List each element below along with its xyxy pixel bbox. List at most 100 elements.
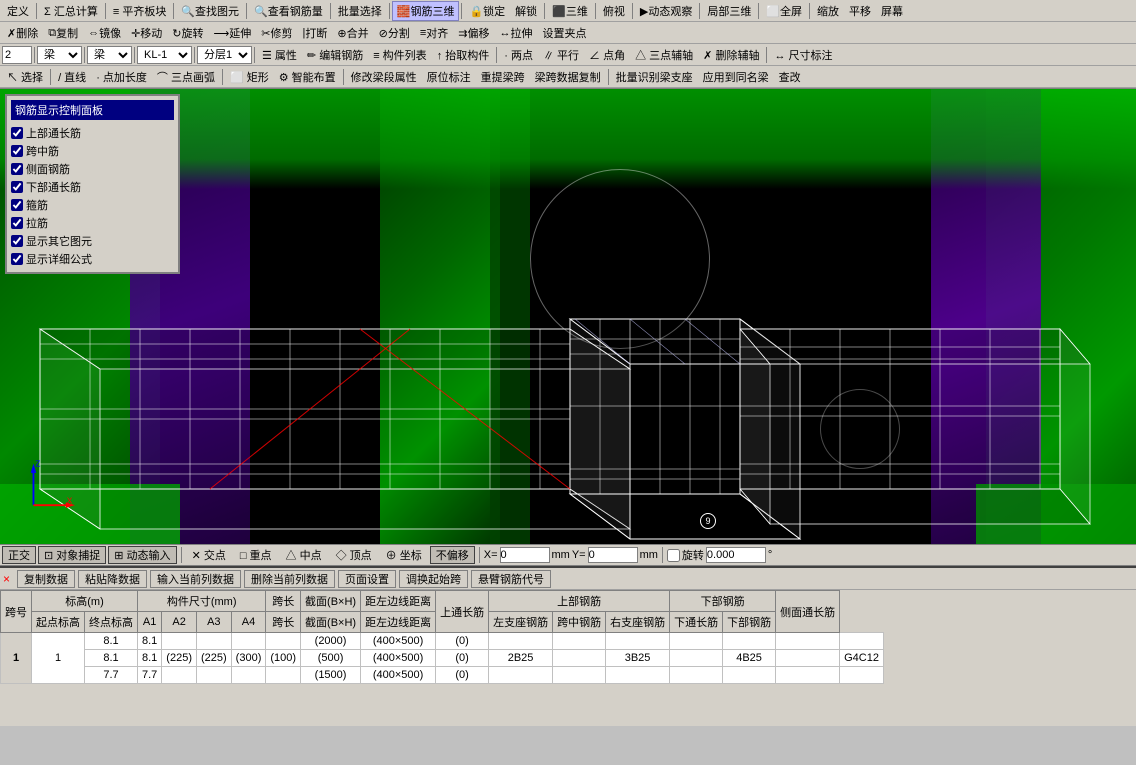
- rotate-checkbox[interactable]: [667, 549, 680, 562]
- btn-smart-layout[interactable]: ⚙ 智能布置: [274, 67, 341, 87]
- td-right-sup-1b: [670, 650, 723, 667]
- status-coord[interactable]: ⊕ 坐标: [380, 546, 428, 564]
- btn-pick-component[interactable]: ↑ 抬取构件: [432, 45, 495, 65]
- menu-define[interactable]: 定义: [2, 1, 34, 21]
- btn-stretch[interactable]: ↔ 拉伸: [494, 23, 537, 43]
- prop-code-select[interactable]: KL-1: [137, 46, 192, 64]
- btn-select[interactable]: ↖ 选择: [2, 67, 48, 87]
- btn-swap-start-span[interactable]: 调换起始跨: [399, 570, 468, 588]
- status-midpoint[interactable]: △ 中点: [280, 546, 328, 564]
- status-endpoint[interactable]: □ 重点: [234, 546, 278, 564]
- btn-re-extract[interactable]: 重提梁跨: [476, 67, 530, 87]
- btn-dynamic-observe[interactable]: ▶ 动态观察: [635, 1, 697, 21]
- btn-move[interactable]: ✛ 移动: [126, 23, 167, 43]
- btn-edit-rebar[interactable]: ✏ 编辑钢筋: [302, 45, 368, 65]
- checkbox-side-steel[interactable]: [11, 163, 23, 175]
- td-start-elev-1c: 7.7: [85, 667, 138, 684]
- btn-batch-identify[interactable]: 批量识别梁支座: [611, 67, 698, 87]
- btn-three-arc[interactable]: ⌒ 三点画弧: [152, 67, 220, 87]
- checkbox-show-formula[interactable]: [11, 253, 23, 265]
- close-data-panel-icon[interactable]: ×: [3, 572, 10, 586]
- btn-3d[interactable]: ⬛ 三维: [547, 1, 593, 21]
- checkbox-stirrup[interactable]: [11, 199, 23, 211]
- btn-input-col-data[interactable]: 输入当前列数据: [150, 570, 241, 588]
- btn-properties[interactable]: ☰ 属性: [257, 45, 302, 65]
- btn-merge[interactable]: ⊕ 合并: [332, 23, 373, 43]
- status-vertex[interactable]: ◇ 顶点: [330, 546, 378, 564]
- btn-site-label[interactable]: 原位标注: [422, 67, 476, 87]
- x-input[interactable]: [500, 547, 550, 563]
- status-ortho[interactable]: 正交: [2, 546, 36, 564]
- btn-local-3d[interactable]: 局部三维: [702, 1, 756, 21]
- status-dynamic-input[interactable]: ⊞ 动态输入: [108, 546, 176, 564]
- btn-point-angle[interactable]: ∠ 点角: [584, 45, 630, 65]
- btn-offset[interactable]: ⇉ 偏移: [453, 23, 494, 43]
- btn-align[interactable]: ≡ 对齐: [415, 23, 453, 43]
- toolbar-row-2: ✗ 删除 ⧉ 复制 ⇔ 镜像 ✛ 移动 ↻ 旋转 ⟶ 延伸 ✂ 修剪 | 打断 …: [0, 22, 1136, 44]
- checkbox-lower-long[interactable]: [11, 181, 23, 193]
- status-no-offset[interactable]: 不偏移: [430, 546, 475, 564]
- btn-extend[interactable]: ⟶ 延伸: [209, 23, 257, 43]
- btn-break[interactable]: | 打断: [298, 23, 333, 43]
- btn-lock[interactable]: 🔒 锁定: [464, 1, 510, 21]
- btn-pan[interactable]: 平移: [844, 1, 876, 21]
- btn-modify-beam-seg[interactable]: 修改梁段属性: [346, 67, 422, 87]
- btn-cantilever-rebar[interactable]: 悬臂钢筋代号: [471, 570, 551, 588]
- btn-mirror[interactable]: ⇔ 镜像: [83, 23, 126, 43]
- btn-paste-data[interactable]: 粘贴降数据: [78, 570, 147, 588]
- btn-two-points[interactable]: · 两点: [499, 45, 538, 65]
- btn-screen[interactable]: 屏幕: [876, 1, 908, 21]
- checkbox-show-other[interactable]: [11, 235, 23, 247]
- btn-dim-label[interactable]: ↔ 尺寸标注: [769, 45, 837, 65]
- status-intersect[interactable]: ✕ 交点: [186, 546, 232, 564]
- btn-span-copy[interactable]: 梁跨数据复制: [530, 67, 606, 87]
- checkbox-mid-span[interactable]: [11, 145, 23, 157]
- btn-check[interactable]: 查改: [774, 67, 806, 87]
- btn-component-list[interactable]: ≡ 构件列表: [368, 45, 431, 65]
- td-mid-steel-1b: 3B25: [606, 650, 670, 667]
- btn-fullscreen[interactable]: ⬜ 全屏: [761, 1, 807, 21]
- btn-rect[interactable]: ⬜ 矩形: [225, 67, 274, 87]
- btn-set-grip[interactable]: 设置夹点: [537, 23, 591, 43]
- btn-line[interactable]: / 直线: [53, 67, 91, 87]
- status-snap[interactable]: ⊡ 对象捕捉: [38, 546, 106, 564]
- prop-type1-select[interactable]: 梁: [37, 46, 82, 64]
- btn-rotate[interactable]: ↻ 旋转: [167, 23, 208, 43]
- btn-find-element[interactable]: 🔍 查找图元: [176, 1, 244, 21]
- btn-top-view[interactable]: 俯视: [598, 1, 630, 21]
- btn-delete-aux[interactable]: ✗ 删除辅轴: [698, 45, 764, 65]
- sep-p4: [194, 47, 195, 63]
- checkbox-tie[interactable]: [11, 217, 23, 229]
- prop-type2-select[interactable]: 梁: [87, 46, 132, 64]
- btn-unlock[interactable]: 解锁: [510, 1, 542, 21]
- prop-layer-select[interactable]: 分层1: [197, 46, 252, 64]
- btn-rebar-3d[interactable]: 🧱 钢筋三维: [392, 1, 460, 21]
- sep7: [461, 3, 462, 19]
- btn-apply-same-name[interactable]: 应用到同名梁: [698, 67, 774, 87]
- btn-copy[interactable]: ⧉ 复制: [43, 23, 83, 43]
- btn-batch-select[interactable]: 批量选择: [333, 1, 387, 21]
- btn-view-rebar[interactable]: 🔍 查看钢筋量: [249, 1, 328, 21]
- btn-summary-calc[interactable]: Σ 汇总计算: [39, 1, 103, 21]
- btn-point-extend[interactable]: · 点加长度: [91, 67, 152, 87]
- btn-copy-data[interactable]: 复制数据: [17, 570, 75, 588]
- viewport-3d[interactable]: Z X 9 钢筋显示控制面板 上部通长筋 跨中筋 侧面钢筋 下部通长筋 箍筋: [0, 89, 1136, 544]
- btn-zoom[interactable]: 缩放: [812, 1, 844, 21]
- data-table-wrapper[interactable]: 跨号 标高(m) 构件尺寸(mm) 跨长 截面(B×H) 距左边线距离 上通长筋…: [0, 590, 1136, 726]
- rotate-input[interactable]: [706, 547, 766, 563]
- btn-page-setup[interactable]: 页面设置: [338, 570, 396, 588]
- td-upper-cont-1a: [489, 633, 553, 650]
- th-lower-steel: 下部钢筋: [723, 612, 776, 633]
- btn-parallel[interactable]: ∥ 平行: [538, 45, 584, 65]
- x-label: X=: [484, 549, 498, 561]
- btn-trim[interactable]: ✂ 修剪: [256, 23, 297, 43]
- btn-delete-col-data[interactable]: 删除当前列数据: [244, 570, 335, 588]
- btn-three-point-aux[interactable]: △ 三点辅轴: [630, 45, 698, 65]
- prop-num-input[interactable]: [2, 46, 32, 64]
- btn-level-slab[interactable]: ≡ 平齐板块: [108, 1, 171, 21]
- y-input[interactable]: [588, 547, 638, 563]
- checkbox-upper-long[interactable]: [11, 127, 23, 139]
- btn-split[interactable]: ⊘ 分割: [374, 23, 415, 43]
- btn-delete[interactable]: ✗ 删除: [2, 23, 43, 43]
- th-a4: A4: [231, 612, 266, 633]
